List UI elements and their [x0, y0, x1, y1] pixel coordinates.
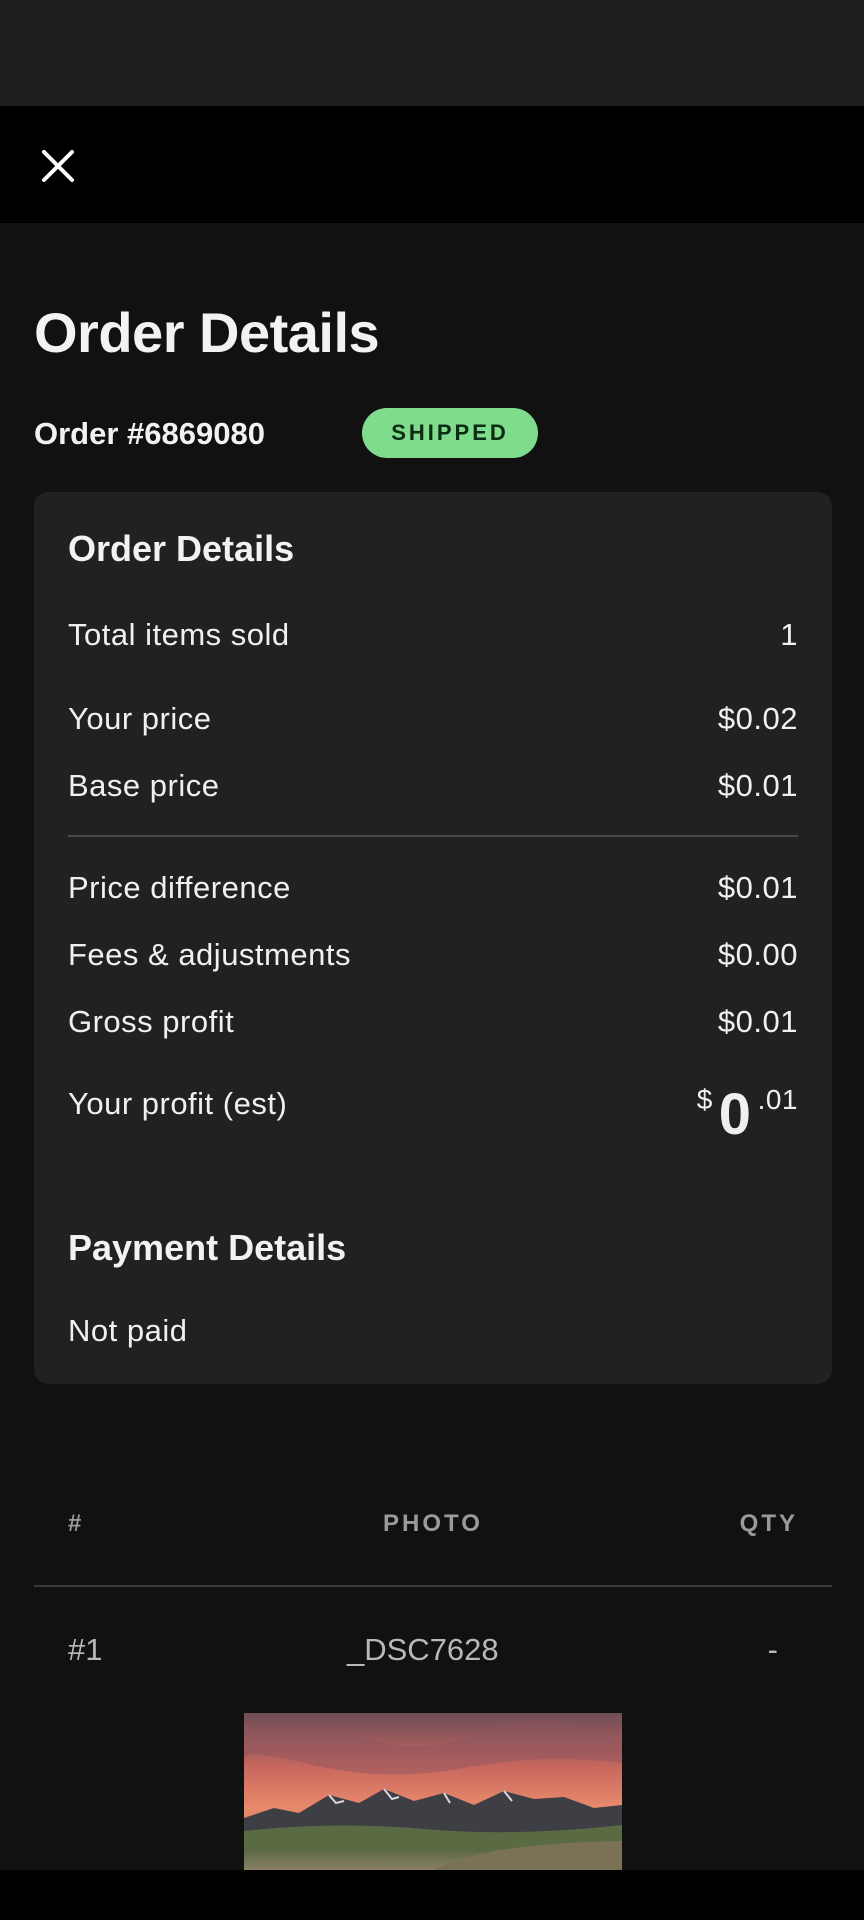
row-price-difference: Price difference $0.01	[68, 866, 798, 910]
divider	[68, 835, 798, 837]
page-title: Order Details	[34, 301, 380, 364]
row-total-items: Total items sold 1	[68, 613, 798, 657]
payment-status: Not paid	[68, 1309, 798, 1353]
column-index: #	[68, 1510, 85, 1537]
row-value: $0.02	[717, 701, 798, 736]
row-your-profit: Your profit (est) $ 0 .01	[68, 1082, 798, 1146]
card-title: Order Details	[68, 528, 295, 569]
row-label: Your price	[68, 701, 212, 736]
photo-thumbnail[interactable]	[244, 1713, 622, 1870]
order-number: Order #6869080	[34, 416, 265, 451]
row-label: Your profit (est)	[68, 1086, 288, 1121]
items-table-header: # PHOTO QTY	[34, 1510, 832, 1550]
payment-details-title: Payment Details	[68, 1227, 347, 1268]
order-details-card: Order Details Total items sold 1 Your pr…	[34, 492, 832, 1384]
row-value: $0.00	[717, 937, 798, 972]
row-value: $0.01	[717, 1004, 798, 1039]
column-photo: PHOTO	[383, 1510, 483, 1537]
mountain-photo	[244, 1713, 622, 1870]
row-label: Gross profit	[68, 1004, 235, 1039]
profit-value: $ 0 .01	[697, 1082, 798, 1144]
item-photo-name: _DSC7628	[347, 1632, 499, 1667]
row-your-price: Your price $0.02	[68, 697, 798, 741]
table-divider	[34, 1585, 832, 1587]
profit-whole: 0	[718, 1082, 752, 1147]
status-bar	[0, 0, 864, 106]
profit-currency: $	[696, 1084, 713, 1115]
row-label: Price difference	[68, 870, 291, 905]
row-value: $0.01	[717, 768, 798, 803]
row-label: Base price	[68, 768, 220, 803]
row-gross-profit: Gross profit $0.01	[68, 1000, 798, 1044]
top-bar	[0, 106, 864, 223]
close-button[interactable]	[30, 138, 86, 194]
item-qty: -	[767, 1632, 778, 1667]
profit-cents: .01	[757, 1084, 798, 1115]
table-row[interactable]: #1 _DSC7628 -	[34, 1632, 832, 1682]
item-index: #1	[68, 1632, 103, 1667]
row-value: 1	[780, 617, 798, 652]
row-fees: Fees & adjustments $0.00	[68, 933, 798, 977]
row-base-price: Base price $0.01	[68, 764, 798, 808]
status-badge: SHIPPED	[362, 408, 538, 458]
row-label: Fees & adjustments	[68, 937, 351, 972]
column-qty: QTY	[739, 1510, 798, 1537]
row-label: Total items sold	[68, 617, 290, 652]
close-icon	[42, 150, 74, 182]
payment-status-text: Not paid	[68, 1313, 188, 1348]
row-value: $0.01	[717, 870, 798, 905]
navigation-bar	[0, 1870, 864, 1920]
